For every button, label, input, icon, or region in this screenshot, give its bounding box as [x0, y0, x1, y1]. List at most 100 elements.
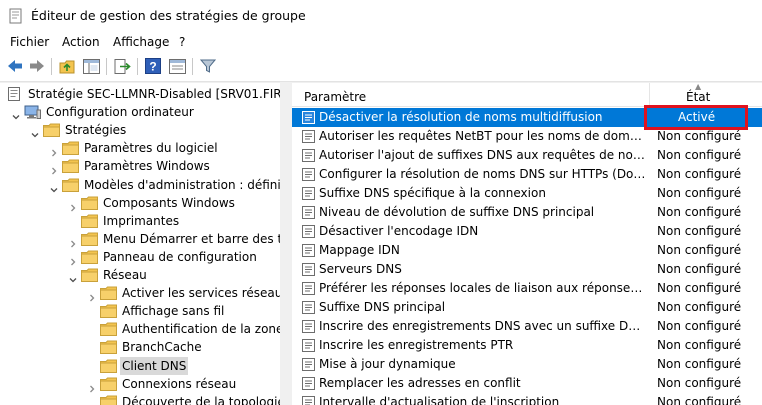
- chevron-down-icon[interactable]: [69, 271, 77, 283]
- forward-icon[interactable]: [28, 57, 46, 75]
- folder-icon: [100, 395, 117, 405]
- folder-icon: [81, 250, 98, 264]
- tree-item[interactable]: Paramètres du logiciel: [0, 139, 280, 157]
- policy-setting-icon: [302, 130, 315, 143]
- settings-list-pane[interactable]: Paramètre ▲ État Désactiver la résolutio…: [292, 83, 762, 405]
- policy-name: Suffixe DNS spécifique à la connexion: [319, 186, 546, 200]
- folder-icon: [81, 214, 98, 228]
- policy-row[interactable]: Suffixe DNS principal Non configuré: [292, 298, 762, 317]
- policy-row[interactable]: Autoriser l'ajout de suffixes DNS aux re…: [292, 146, 762, 165]
- policy-state: Non configuré: [657, 338, 742, 352]
- policy-setting-icon: [302, 225, 315, 238]
- tree-item-label: BranchCache: [122, 340, 202, 355]
- tree-item[interactable]: Stratégies: [0, 121, 280, 139]
- tree-item[interactable]: Menu Démarrer et barre des tâch: [0, 230, 280, 248]
- policy-state: Non configuré: [657, 357, 742, 371]
- chevron-down-icon[interactable]: [50, 181, 58, 192]
- tree-pane[interactable]: Stratégie SEC-LLMNR-Disabled [SRV01.FIRE…: [0, 83, 280, 405]
- folder-icon: [100, 304, 117, 319]
- policy-setting-icon: [302, 396, 315, 405]
- tree-item-label: Découverte de la topologie d: [122, 394, 280, 405]
- chevron-right-icon[interactable]: [50, 144, 58, 157]
- policy-state: Non configuré: [657, 376, 742, 390]
- policy-state: Non configuré: [657, 395, 742, 405]
- back-icon[interactable]: [6, 57, 24, 75]
- menu-fichier[interactable]: Fichier: [10, 35, 49, 49]
- tree-item[interactable]: Affichage sans fil: [0, 302, 280, 320]
- column-divider[interactable]: [649, 83, 650, 107]
- tree-item[interactable]: Authentification de la zone d: [0, 320, 280, 338]
- tree-item[interactable]: Stratégie SEC-LLMNR-Disabled [SRV01.FIRE…: [0, 85, 280, 103]
- policy-name: Inscrire des enregistrements DNS avec un…: [319, 319, 646, 333]
- tree-item[interactable]: Imprimantes: [0, 212, 280, 230]
- tree-item-label: Affichage sans fil: [122, 304, 225, 319]
- tree-item-label: Modèles d'administration : définitio: [84, 177, 280, 192]
- export-list-icon[interactable]: [113, 57, 131, 75]
- policy-row[interactable]: Mappage IDN Non configuré: [292, 241, 762, 260]
- policy-state: Non configuré: [657, 148, 742, 162]
- chevron-right-icon[interactable]: [88, 380, 96, 393]
- tree-item[interactable]: BranchCache: [0, 338, 280, 356]
- tree-item[interactable]: Découverte de la topologie d: [0, 393, 280, 405]
- tree-item-label: Paramètres du logiciel: [84, 141, 218, 156]
- tree-item-label: Client DNS: [120, 356, 189, 375]
- column-header-etat[interactable]: État: [686, 90, 710, 104]
- policy-setting-icon: [302, 244, 315, 257]
- tree-item-label: Stratégie SEC-LLMNR-Disabled [SRV01.FIRE…: [28, 87, 280, 101]
- policy-row[interactable]: Serveurs DNS Non configuré: [292, 260, 762, 279]
- folder-icon: [100, 340, 117, 355]
- folder-icon: [100, 377, 117, 391]
- policy-row[interactable]: Inscrire des enregistrements DNS avec un…: [292, 317, 762, 336]
- policy-setting-icon: [302, 206, 315, 219]
- title-bar: Éditeur de gestion des stratégies de gro…: [0, 0, 762, 32]
- policy-row[interactable]: Remplacer les adresses en conflit Non con…: [292, 374, 762, 393]
- policy-state: Non configuré: [657, 205, 742, 219]
- chevron-down-icon[interactable]: [12, 108, 20, 120]
- menu-affichage[interactable]: Affichage: [113, 35, 169, 49]
- column-header: Paramètre ▲ État: [292, 83, 762, 107]
- policy-row[interactable]: Intervalle d'actualisation de l'inscript…: [292, 393, 762, 405]
- policy-name: Préférer les réponses locales de liaison…: [319, 281, 646, 295]
- help-icon[interactable]: ?: [144, 57, 162, 75]
- tree-item[interactable]: Modèles d'administration : définitio: [0, 176, 280, 194]
- tree-item-label: Activer les services réseau pa: [122, 286, 280, 301]
- tree-item-label: Stratégies: [65, 123, 127, 138]
- pane-splitter[interactable]: [280, 83, 292, 405]
- policy-row[interactable]: Inscrire les enregistrements PTR Non conf…: [292, 336, 762, 355]
- tree-item[interactable]: Composants Windows: [0, 194, 280, 212]
- policy-name: Configurer la résolution de noms DNS sur…: [319, 167, 646, 181]
- policy-row[interactable]: Configurer la résolution de noms DNS sur…: [292, 165, 762, 184]
- chevron-right-icon[interactable]: [50, 162, 58, 175]
- tree-item-label: Configuration ordinateur: [46, 105, 194, 120]
- chevron-right-icon[interactable]: [88, 289, 96, 302]
- chevron-right-icon[interactable]: [69, 253, 77, 266]
- show-hide-tree-icon[interactable]: [82, 57, 100, 75]
- menu-help[interactable]: ?: [179, 35, 185, 49]
- folder-icon: [62, 178, 79, 192]
- tree-item[interactable]: Connexions réseau: [0, 375, 280, 393]
- chevron-right-icon[interactable]: [69, 235, 77, 248]
- tree-item-label: Menu Démarrer et barre des tâch: [103, 231, 280, 246]
- tree-item[interactable]: Client DNS: [0, 356, 280, 375]
- policy-row[interactable]: Préférer les réponses locales de liaison…: [292, 279, 762, 298]
- chevron-down-icon[interactable]: [31, 126, 39, 138]
- properties-icon[interactable]: [168, 57, 186, 75]
- tree-item[interactable]: Activer les services réseau pa: [0, 284, 280, 302]
- filter-icon[interactable]: [199, 57, 217, 75]
- policy-row[interactable]: Niveau de dévolution de suffixe DNS prin…: [292, 203, 762, 222]
- tree-item-label: Panneau de configuration: [103, 249, 257, 264]
- policy-row[interactable]: Suffixe DNS spécifique à la connexion Non…: [292, 184, 762, 203]
- policy-row[interactable]: Mise à jour dynamique Non configuré: [292, 355, 762, 374]
- tree-item[interactable]: Paramètres Windows: [0, 157, 280, 175]
- column-header-parametre[interactable]: Paramètre: [304, 90, 366, 104]
- tree-item[interactable]: Configuration ordinateur: [0, 103, 280, 121]
- gpo-editor-icon: [9, 8, 22, 24]
- tree-item[interactable]: Réseau: [0, 266, 280, 284]
- up-folder-icon[interactable]: [58, 57, 76, 75]
- menu-action[interactable]: Action: [62, 35, 100, 49]
- tree-item[interactable]: Panneau de configuration: [0, 248, 280, 266]
- policy-setting-icon: [302, 377, 315, 390]
- policy-name: Désactiver la résolution de noms multidi…: [319, 110, 603, 124]
- policy-row[interactable]: Désactiver l'encodage IDN Non configuré: [292, 222, 762, 241]
- chevron-right-icon[interactable]: [69, 199, 77, 212]
